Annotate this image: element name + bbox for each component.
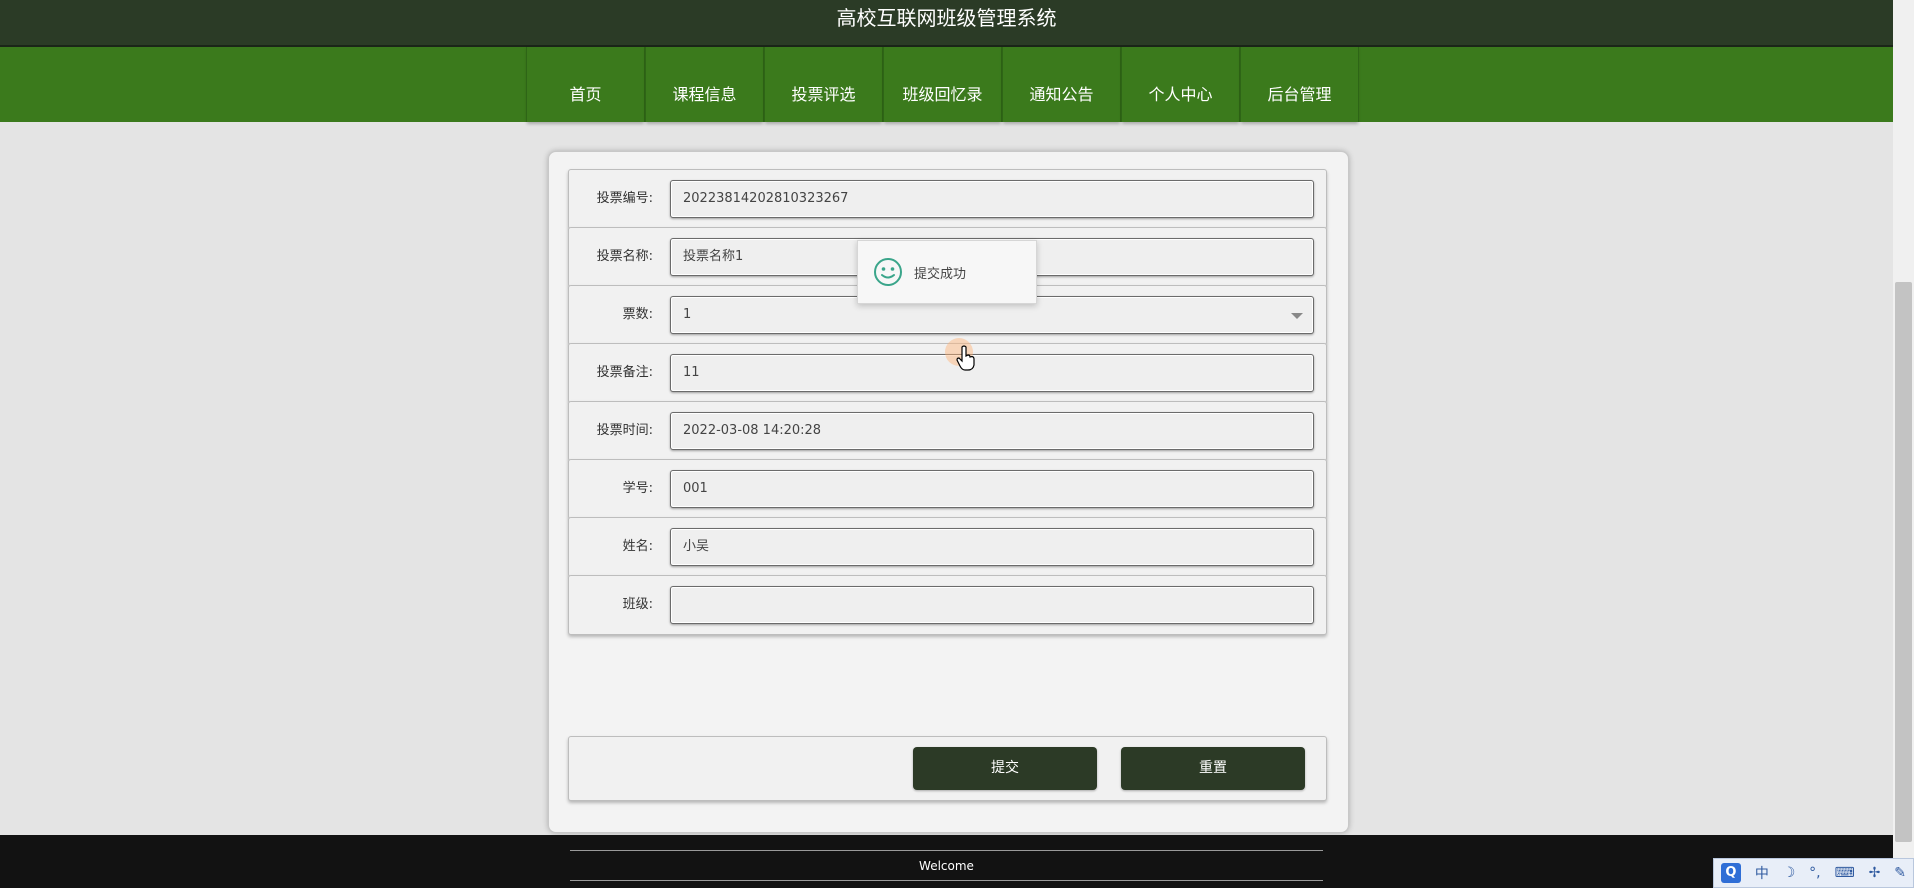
form-row-vote-id: 投票编号: 20223814202810323267	[568, 169, 1327, 229]
form-row-vote-time: 投票时间: 2022-03-08 14:20:28	[568, 401, 1327, 461]
scrollbar-thumb[interactable]	[1895, 282, 1912, 842]
vote-name-label: 投票名称:	[596, 249, 653, 264]
keyboard-icon[interactable]: ⌨	[1835, 865, 1855, 881]
vote-count-label: 票数:	[622, 307, 653, 322]
nav-item-home[interactable]: 首页	[527, 47, 644, 122]
smile-icon	[874, 258, 902, 286]
vote-remark-label: 投票备注:	[596, 365, 653, 380]
nav-item-personal-center[interactable]: 个人中心	[1122, 47, 1239, 122]
ime-toolbar[interactable]: Q 中 ☽ °, ⌨ ✢ ✎	[1713, 858, 1914, 888]
main-nav: 首页 课程信息 投票评选 班级回忆录 通知公告 个人中心 后台管理	[0, 47, 1893, 122]
success-toast: 提交成功	[857, 240, 1037, 304]
form-row-class: 班级:	[568, 575, 1327, 635]
nav-item-admin[interactable]: 后台管理	[1241, 47, 1358, 122]
page-footer: Welcome	[0, 835, 1893, 888]
ime-mode-toggle[interactable]: 中	[1755, 863, 1769, 883]
form-row-student-id: 学号: 001	[568, 459, 1327, 519]
vote-count-value: 1	[683, 307, 692, 322]
hand-cursor-icon	[956, 345, 975, 371]
footer-divider-bottom	[570, 880, 1323, 881]
footer-divider-top	[570, 850, 1323, 851]
vote-id-input[interactable]: 20223814202810323267	[670, 180, 1314, 218]
nav-item-voting[interactable]: 投票评选	[765, 47, 882, 122]
class-label: 班级:	[622, 597, 653, 612]
vote-time-label: 投票时间:	[596, 423, 653, 438]
page-scrollbar[interactable]	[1893, 0, 1914, 888]
dropdown-arrow-icon	[1291, 313, 1303, 319]
name-input[interactable]: 小吴	[670, 528, 1314, 566]
tools-icon[interactable]: ✢	[1869, 865, 1881, 881]
nav-items: 首页 课程信息 投票评选 班级回忆录 通知公告 个人中心 后台管理	[527, 47, 1360, 122]
app-header: 高校互联网班级管理系统	[0, 0, 1893, 47]
toast-message: 提交成功	[914, 266, 967, 282]
footer-welcome: Welcome	[919, 859, 974, 873]
student-id-input[interactable]: 001	[670, 470, 1314, 508]
submit-button[interactable]: 提交	[913, 747, 1097, 790]
form-row-name: 姓名: 小吴	[568, 517, 1327, 577]
nav-item-class-memoir[interactable]: 班级回忆录	[884, 47, 1001, 122]
reset-button[interactable]: 重置	[1121, 747, 1305, 790]
class-input[interactable]	[670, 586, 1314, 624]
vote-time-input[interactable]: 2022-03-08 14:20:28	[670, 412, 1314, 450]
vote-id-label: 投票编号:	[596, 191, 653, 206]
ime-logo-icon[interactable]: Q	[1720, 863, 1741, 883]
vote-remark-input[interactable]: 11	[670, 354, 1314, 392]
nav-item-notices[interactable]: 通知公告	[1003, 47, 1120, 122]
app-title: 高校互联网班级管理系统	[836, 6, 1057, 30]
student-id-label: 学号:	[622, 481, 653, 496]
punctuation-icon[interactable]: °,	[1809, 865, 1820, 881]
nav-item-courses[interactable]: 课程信息	[646, 47, 763, 122]
form-actions: 提交 重置	[568, 736, 1327, 801]
name-label: 姓名:	[622, 539, 653, 554]
moon-icon[interactable]: ☽	[1783, 865, 1796, 881]
wrench-icon[interactable]: ✎	[1894, 865, 1906, 881]
